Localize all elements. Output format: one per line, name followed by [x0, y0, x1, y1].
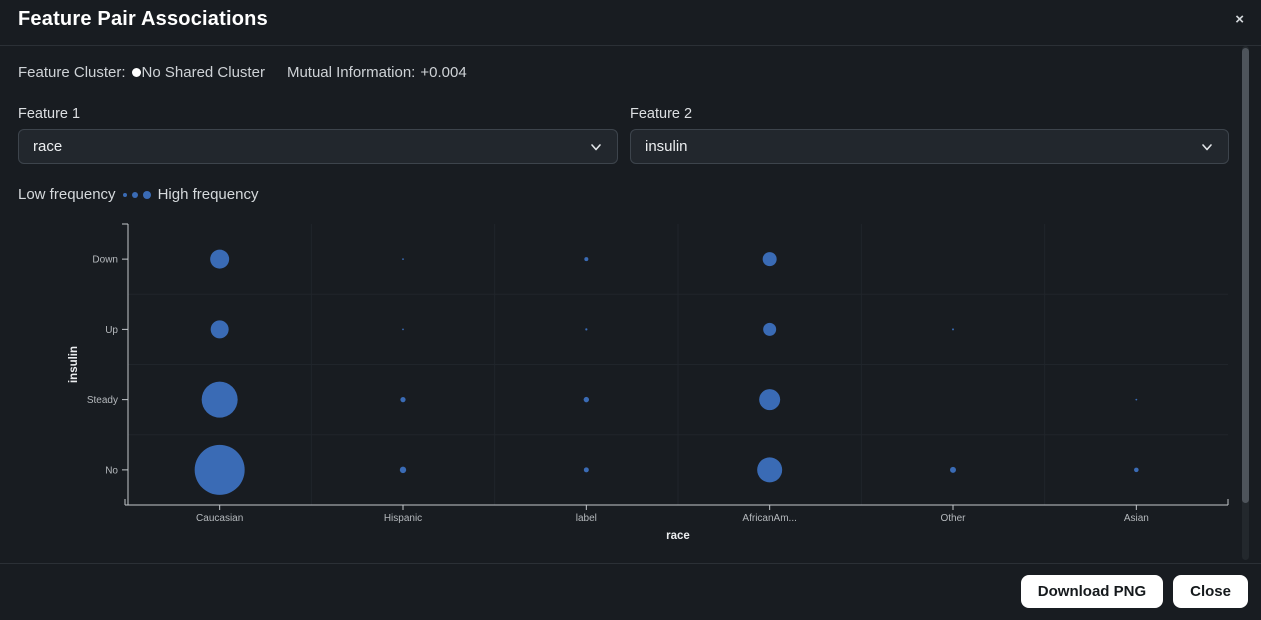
y-tick-label: No: [105, 465, 118, 476]
feature2-select[interactable]: insulin: [630, 129, 1229, 164]
bubble-Asian-Steady: [1135, 398, 1138, 401]
x-tick-label: label: [576, 513, 597, 524]
x-tick-label: AfricanAm...: [742, 513, 796, 524]
bubble-Asian-No: [1134, 467, 1139, 473]
bubble-Hispanic-No: [399, 466, 407, 474]
medium-dot-icon: [131, 191, 138, 198]
legend-size-dots: [122, 190, 151, 199]
page-title: Feature Pair Associations: [18, 8, 268, 30]
feature1-select[interactable]: race: [18, 129, 618, 164]
scrollbar-thumb[interactable]: [1242, 48, 1249, 503]
bubble-AfricanAm...-Down: [762, 252, 777, 267]
feature1-label: Feature 1: [18, 106, 81, 122]
bubble-AfricanAm...-Steady: [759, 389, 781, 411]
frequency-legend: Low frequency High frequency: [18, 186, 258, 203]
small-dot-icon: [122, 192, 127, 197]
bubble-label-Up: [585, 328, 588, 331]
y-tick-label: Steady: [87, 395, 118, 406]
cluster-dot-icon: [131, 68, 141, 77]
bubble-chart: Down Up Steady No Caucasian Hispanic label Afri…: [68, 223, 1229, 542]
footer-divider: [0, 563, 1261, 564]
bubble-label-Steady: [583, 396, 590, 403]
feature-pair-associations-modal: Feature Pair Associations × Feature Clus…: [0, 0, 1261, 620]
bubble-label-No: [583, 467, 589, 473]
bubble-Hispanic-Steady: [400, 397, 406, 403]
y-tick-label: Up: [105, 325, 118, 336]
bubble-label-Down: [584, 257, 589, 262]
header-divider: [0, 45, 1261, 46]
bubble-Caucasian-Down: [210, 249, 230, 269]
x-tick-label: Hispanic: [384, 513, 422, 524]
close-button[interactable]: Close: [1173, 575, 1248, 608]
bubble-Caucasian-No: [194, 444, 245, 495]
bubble-Caucasian-Steady: [201, 381, 238, 418]
mutual-information-value: +0.004: [420, 64, 467, 81]
feature1-selected-value: race: [33, 138, 63, 155]
download-png-button[interactable]: Download PNG: [1020, 575, 1164, 608]
large-dot-icon: [142, 190, 151, 199]
scrollbar[interactable]: [1242, 46, 1249, 560]
feature-cluster-info: Feature Cluster: No Shared Cluster Mutua…: [18, 64, 467, 81]
bubble-Hispanic-Up: [402, 328, 404, 331]
mutual-information-label: Mutual Information:: [286, 64, 416, 81]
legend-low-label: Low frequency: [18, 186, 116, 203]
mutual-information: Mutual Information: +0.004: [287, 64, 467, 81]
feature-cluster-value: No Shared Cluster: [141, 64, 265, 81]
bubble-Caucasian-Up: [210, 320, 229, 339]
feature2-label: Feature 2: [630, 106, 693, 122]
chevron-down-icon: [1202, 143, 1212, 150]
x-axis-title: race: [666, 530, 690, 542]
feature-cluster-label: Feature Cluster:: [18, 64, 126, 81]
y-tick-label: Down: [92, 255, 118, 266]
chevron-down-icon: [591, 143, 601, 150]
feature2-selected-value: insulin: [645, 138, 688, 155]
x-tick-label: Caucasian: [196, 513, 243, 524]
bubble-AfricanAm...-Up: [763, 322, 777, 336]
bubble-Other-No: [950, 466, 956, 473]
legend-high-label: High frequency: [157, 186, 259, 203]
x-tick-label: Asian: [1124, 513, 1149, 524]
x-tick-label: Other: [940, 513, 966, 524]
bubble-Hispanic-Down: [402, 258, 404, 261]
footer: Download PNG Close: [0, 575, 1261, 608]
bubble-AfricanAm...-No: [757, 457, 783, 483]
bubble-Other-Up: [952, 328, 954, 331]
close-icon[interactable]: ×: [1235, 11, 1244, 28]
y-axis-title: insulin: [68, 346, 80, 383]
